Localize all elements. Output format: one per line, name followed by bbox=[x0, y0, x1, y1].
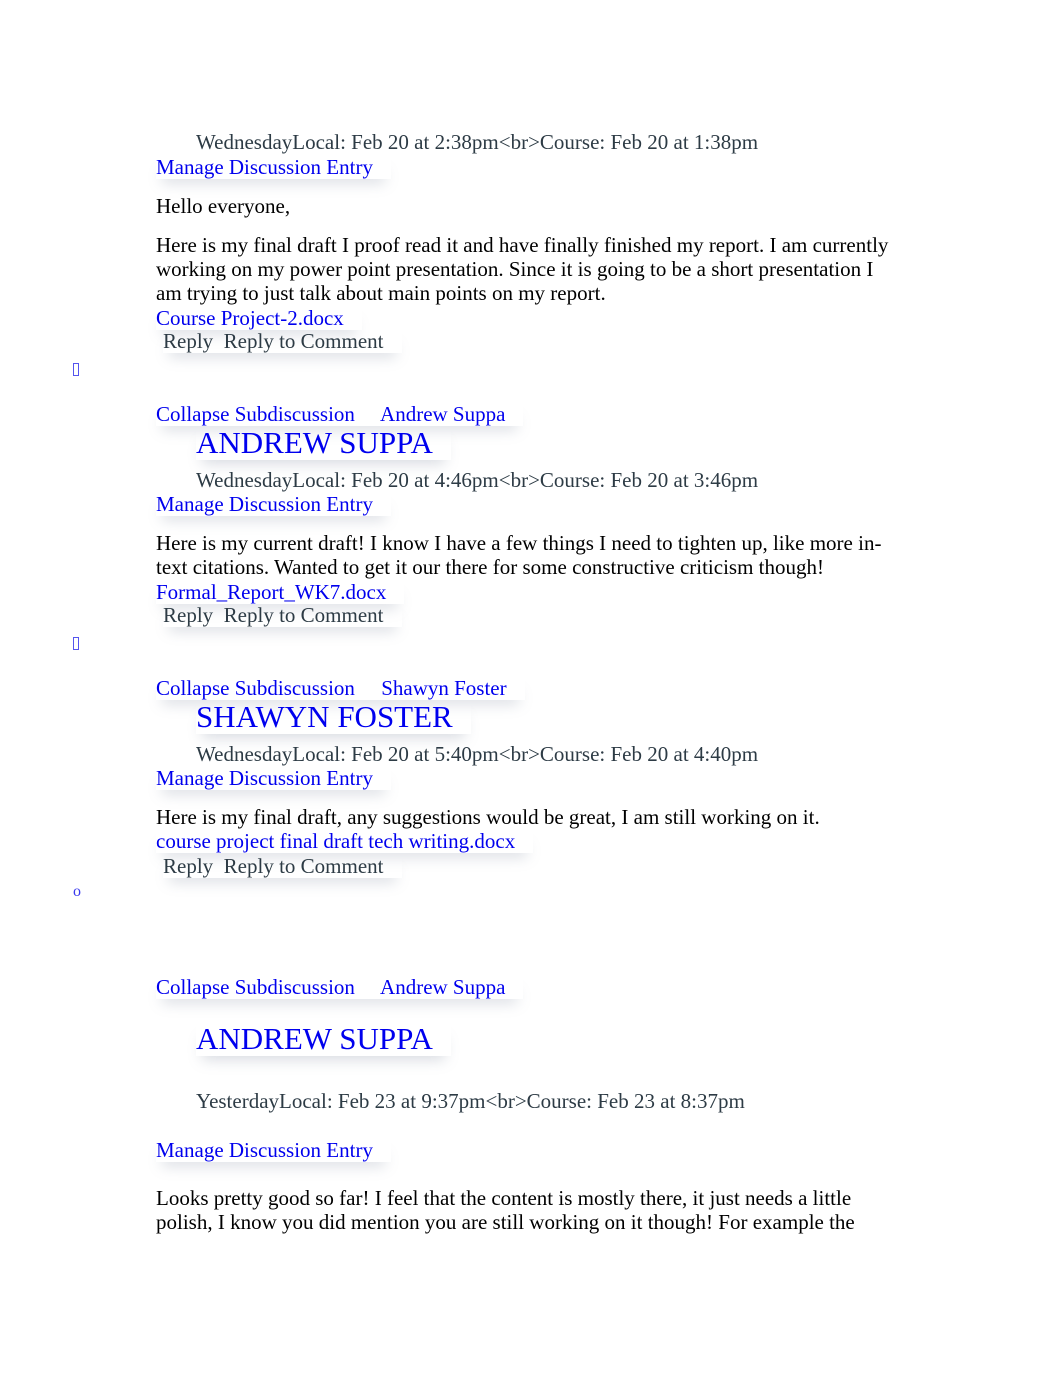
entry-body: Here is my final draft I proof read it a… bbox=[156, 233, 889, 305]
reply-button[interactable]: Reply bbox=[163, 329, 213, 353]
author-link[interactable]: Shawyn Foster bbox=[381, 676, 506, 700]
attachment-link[interactable]: Course Project-2.docx bbox=[156, 306, 362, 330]
author-link[interactable]: Andrew Suppa bbox=[380, 402, 505, 426]
author-heading[interactable]: ANDREW SUPPA bbox=[196, 1022, 451, 1056]
manage-discussion-entry-link[interactable]: Manage Discussion Entry bbox=[156, 1138, 391, 1162]
collapse-subdiscussion-link[interactable]: Collapse Subdiscussion bbox=[156, 975, 355, 999]
entry-timestamp: WednesdayLocal: Feb 20 at 2:38pm<br>Cour… bbox=[196, 130, 759, 154]
square-bullet-icon bbox=[73, 631, 79, 655]
author-link[interactable]: Andrew Suppa bbox=[380, 975, 505, 999]
reply-button[interactable]: Reply bbox=[163, 854, 213, 878]
subdiscussion-header: Collapse Subdiscussion Shawyn Foster bbox=[156, 676, 525, 700]
subdiscussion-header: Collapse Subdiscussion Andrew Suppa bbox=[156, 402, 523, 426]
manage-discussion-entry-link[interactable]: Manage Discussion Entry bbox=[156, 492, 391, 516]
author-heading[interactable]: ANDREW SUPPA bbox=[196, 426, 451, 460]
attachment-link[interactable]: Formal_Report_WK7.docx bbox=[156, 580, 404, 604]
entry-body: Here is my current draft! I know I have … bbox=[156, 531, 882, 579]
collapse-subdiscussion-link[interactable]: Collapse Subdiscussion bbox=[156, 402, 355, 426]
reply-actions: Reply Reply to Comment bbox=[163, 854, 402, 878]
reply-button[interactable]: Reply bbox=[163, 603, 213, 627]
reply-actions: Reply Reply to Comment bbox=[163, 603, 402, 627]
manage-discussion-entry-link[interactable]: Manage Discussion Entry bbox=[156, 766, 391, 790]
author-heading[interactable]: SHAWYN FOSTER bbox=[196, 700, 471, 734]
entry-timestamp: YesterdayLocal: Feb 23 at 9:37pm<br>Cour… bbox=[196, 1089, 745, 1113]
circle-bullet-icon: o bbox=[73, 883, 81, 900]
entry-body: Looks pretty good so far! I feel that th… bbox=[156, 1186, 855, 1234]
reply-to-comment-button[interactable]: Reply to Comment bbox=[224, 329, 384, 353]
attachment-link[interactable]: course project final draft tech writing.… bbox=[156, 829, 533, 853]
square-bullet-icon bbox=[73, 357, 79, 381]
manage-discussion-entry-link[interactable]: Manage Discussion Entry bbox=[156, 155, 391, 179]
entry-body: Here is my final draft, any suggestions … bbox=[156, 805, 820, 829]
collapse-subdiscussion-link[interactable]: Collapse Subdiscussion bbox=[156, 676, 355, 700]
subdiscussion-header: Collapse Subdiscussion Andrew Suppa bbox=[156, 975, 523, 999]
reply-actions: Reply Reply to Comment bbox=[163, 329, 402, 353]
entry-timestamp: WednesdayLocal: Feb 20 at 4:46pm<br>Cour… bbox=[196, 468, 759, 492]
reply-to-comment-button[interactable]: Reply to Comment bbox=[224, 603, 384, 627]
reply-to-comment-button[interactable]: Reply to Comment bbox=[224, 854, 384, 878]
entry-greeting: Hello everyone, bbox=[156, 194, 291, 218]
entry-timestamp: WednesdayLocal: Feb 20 at 5:40pm<br>Cour… bbox=[196, 742, 759, 766]
